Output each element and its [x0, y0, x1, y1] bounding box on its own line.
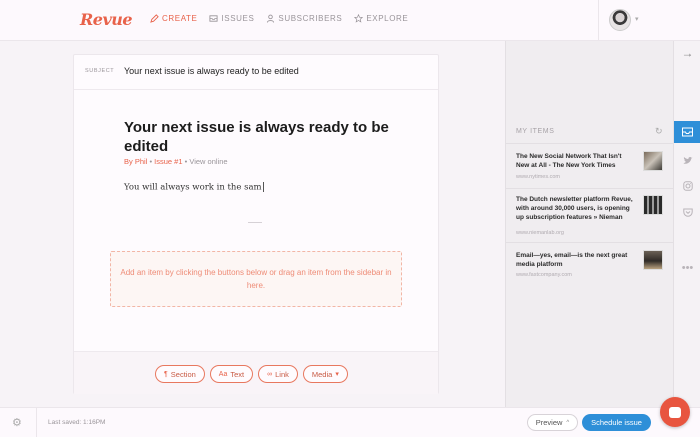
collapse-arrow-icon[interactable]: →	[674, 41, 700, 65]
section-icon: ¶	[164, 370, 168, 378]
account-menu[interactable]: ▾	[598, 0, 700, 41]
issue-title[interactable]: Your next issue is always ready to be ed…	[124, 118, 394, 156]
media-label: Media	[311, 369, 333, 379]
nav-subscribers[interactable]: SUBSCRIBERS	[266, 14, 342, 23]
divider	[248, 222, 262, 223]
avatar[interactable]	[609, 9, 631, 31]
add-section-button[interactable]: ¶ Section	[155, 365, 205, 383]
issue-editor-card: SUBJECT Your next issue is always ready …	[73, 54, 439, 394]
subject-row: SUBJECT Your next issue is always ready …	[74, 55, 438, 90]
nav-subscribers-label: SUBSCRIBERS	[278, 14, 343, 23]
body-text: You will always work in the sam	[124, 182, 262, 193]
twitter-icon[interactable]	[674, 149, 700, 171]
chevron-up-icon: ^	[566, 419, 570, 426]
item-title: The New Social Network That Isn't New at…	[516, 153, 622, 169]
link-label: Link	[275, 369, 289, 379]
item-title: Email—yes, email—is the next great media…	[516, 252, 628, 268]
meta-issue[interactable]: Issue #1	[154, 157, 182, 166]
item-thumbnail	[643, 250, 663, 270]
source-rail: → •••	[673, 41, 700, 407]
text-icon: Aa	[218, 370, 228, 378]
chevron-down-icon: ▾	[335, 371, 339, 378]
chat-button[interactable]	[660, 397, 690, 427]
add-media-button[interactable]: Media ▾	[302, 365, 348, 383]
inbox-icon[interactable]	[674, 121, 700, 143]
item-url: www.nytimes.com	[516, 174, 561, 180]
section-label: Section	[170, 369, 196, 379]
preview-button[interactable]: Preview ^	[527, 414, 578, 431]
item-url: www.fastcompany.com	[516, 272, 572, 278]
inbox-icon	[209, 15, 219, 22]
preview-label: Preview	[535, 418, 563, 427]
meta-view-online[interactable]: View online	[189, 157, 227, 166]
list-item[interactable]: The New Social Network That Isn't New at…	[506, 143, 674, 188]
subject-label: SUBJECT	[85, 68, 115, 74]
nav-issues-label: ISSUES	[221, 14, 255, 23]
main-nav: CREATE ISSUES SUBSCRIBERS EXPLORE	[150, 14, 408, 23]
body-text-editor[interactable]: You will always work in the sam	[124, 182, 264, 193]
nav-explore[interactable]: EXPLORE	[354, 14, 408, 23]
user-icon	[267, 14, 275, 23]
item-thumbnail	[643, 195, 663, 215]
star-icon	[354, 14, 364, 23]
chat-icon	[669, 406, 681, 418]
add-text-button[interactable]: Aa Text	[209, 365, 254, 383]
text-cursor	[262, 182, 264, 192]
editor-area: SUBJECT Your next issue is always ready …	[0, 41, 505, 407]
nav-create-label: CREATE	[162, 14, 198, 23]
nav-explore-label: EXPLORE	[366, 14, 409, 23]
pen-icon	[150, 14, 159, 23]
revue-logo[interactable]: Revue	[80, 10, 133, 29]
add-link-button[interactable]: ∞ Link	[258, 365, 298, 383]
schedule-issue-button[interactable]: Schedule issue	[582, 414, 651, 431]
my-items-sidebar: MY ITEMS ↻ The New Social Network That I…	[505, 41, 674, 407]
list-item[interactable]: The Dutch newsletter platform Revue, wit…	[506, 188, 674, 242]
nav-create[interactable]: CREATE	[150, 14, 197, 23]
item-url: www.niemanlab.org	[516, 230, 564, 236]
text-label: Text	[230, 369, 245, 379]
add-item-toolbar: ¶ Section Aa Text ∞ Link Media ▾	[74, 351, 438, 394]
bottom-bar: ⚙ Last saved: 1:16PM Preview ^ Schedule i…	[0, 407, 700, 437]
chevron-down-icon: ▾	[635, 16, 639, 23]
refresh-icon[interactable]: ↻	[655, 126, 663, 137]
item-thumbnail	[643, 151, 663, 171]
meta-author[interactable]: By Phil	[124, 157, 147, 166]
pocket-icon[interactable]	[674, 201, 700, 223]
nav-issues[interactable]: ISSUES	[209, 14, 254, 23]
list-item[interactable]: Email—yes, email—is the next great media…	[506, 242, 674, 287]
link-icon: ∞	[267, 370, 273, 378]
tool-buttons: ¶ Section Aa Text ∞ Link Media ▾	[155, 365, 348, 383]
divider	[36, 408, 37, 437]
instagram-icon[interactable]	[674, 175, 700, 197]
gear-icon[interactable]: ⚙	[12, 416, 22, 429]
last-saved-status: Last saved: 1:16PM	[48, 419, 106, 426]
subject-input[interactable]: Your next issue is always ready to be ed…	[124, 66, 299, 76]
issue-meta: By Phil • Issue #1 • View online	[124, 157, 228, 166]
top-bar: Revue CREATE ISSUES SUBSCRIBERS EXPLORE …	[0, 0, 700, 41]
more-icon[interactable]: •••	[674, 257, 700, 279]
my-items-header: MY ITEMS	[516, 128, 555, 135]
item-title: The Dutch newsletter platform Revue, wit…	[516, 196, 633, 221]
item-dropzone[interactable]: Add an item by clicking the buttons belo…	[110, 251, 402, 307]
